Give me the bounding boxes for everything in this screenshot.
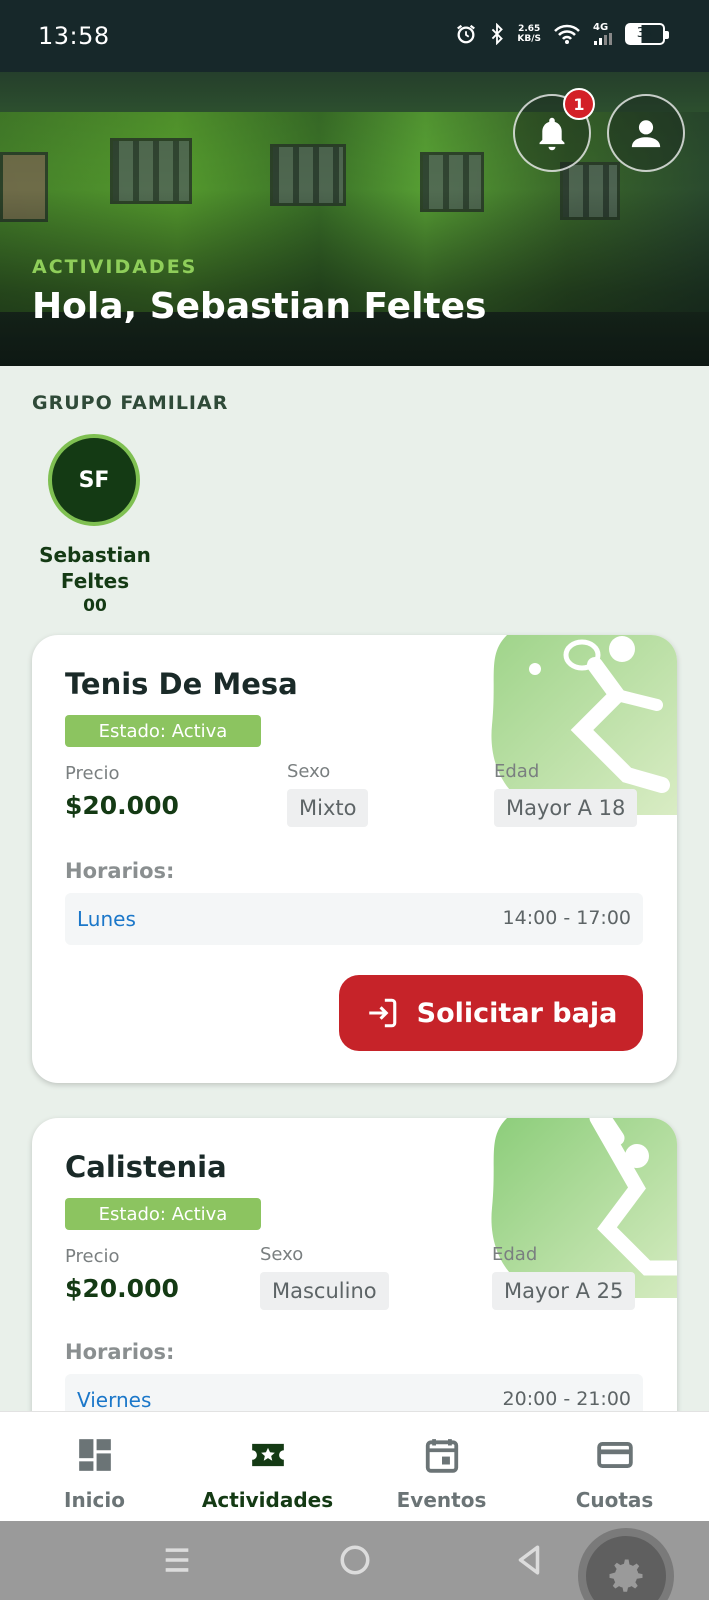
alarm-icon (457, 24, 476, 43)
nav-label: Actividades (201, 1488, 334, 1512)
schedule-title: Horarios: (65, 859, 175, 883)
schedule-row: Lunes 14:00 - 17:00 (65, 893, 643, 945)
recent-apps-icon[interactable] (160, 1543, 194, 1577)
request-cancel-label: Solicitar baja (416, 997, 618, 1029)
activity-title: Tenis De Mesa (65, 667, 298, 701)
nav-label: Inicio (64, 1488, 125, 1512)
schedule-title: Horarios: (65, 1340, 175, 1364)
cell-signal: 4G (593, 22, 613, 45)
nav-label: Cuotas (575, 1488, 654, 1512)
status-badge: Estado: Activa (65, 1198, 261, 1230)
schedule-hours: 20:00 - 21:00 (502, 1388, 631, 1410)
schedule-day: Viernes (77, 1388, 152, 1412)
gear-icon (609, 1559, 643, 1592)
nav-label: Eventos (396, 1488, 487, 1512)
status-time: 13:58 (38, 22, 110, 50)
bluetooth-icon (492, 22, 504, 45)
user-icon (631, 120, 661, 148)
calendar-icon (425, 1439, 459, 1473)
price-value: $20.000 (65, 1274, 179, 1303)
bottom-navigation: Inicio Actividades Eventos Cuotas (0, 1411, 709, 1521)
nav-inicio[interactable]: Inicio (6, 1412, 183, 1522)
net-speed: 2.65 KB/S (517, 23, 541, 44)
member-number: 00 (83, 596, 107, 616)
family-group-title: GRUPO FAMILIAR (32, 392, 229, 414)
signal-icon (594, 33, 612, 45)
sex-chip: Masculino (260, 1272, 389, 1310)
age-label: Edad (494, 761, 540, 782)
wifi-icon (554, 24, 580, 44)
home-icon[interactable] (338, 1543, 372, 1577)
price-label: Precio (65, 1246, 120, 1267)
nav-cuotas[interactable]: Cuotas (526, 1412, 703, 1522)
price-value: $20.000 (65, 791, 179, 820)
credit-card-icon (597, 1442, 633, 1468)
member-avatar[interactable]: SF (48, 434, 140, 526)
battery-icon: 39 (625, 22, 669, 45)
athlete-icon (491, 1118, 677, 1298)
table-tennis-icon (491, 635, 677, 815)
greeting-title: Hola, Sebastian Feltes (32, 286, 487, 327)
nav-actividades[interactable]: Actividades (179, 1412, 356, 1522)
status-icons: 2.65 KB/S 4G 39 (455, 22, 669, 45)
sex-chip: Mixto (287, 789, 369, 827)
age-chip: Mayor A 18 (494, 789, 638, 827)
sex-label: Sexo (287, 761, 331, 782)
bell-icon (539, 117, 565, 151)
status-bar: 13:58 2.65 KB/S 4G 39 (0, 0, 709, 72)
age-label: Edad (492, 1244, 538, 1265)
status-badge: Estado: Activa (65, 715, 261, 747)
schedule-day: Lunes (77, 907, 136, 931)
dashboard-icon (79, 1439, 111, 1471)
section-kicker: ACTIVIDADES (32, 256, 198, 278)
age-chip: Mayor A 25 (492, 1272, 636, 1310)
nav-eventos[interactable]: Eventos (353, 1412, 530, 1522)
request-cancel-button[interactable]: Solicitar baja (339, 975, 643, 1051)
activity-title: Calistenia (65, 1150, 227, 1184)
notification-badge: 1 (563, 88, 595, 120)
back-icon[interactable] (512, 1543, 546, 1577)
sex-label: Sexo (260, 1244, 304, 1265)
schedule-hours: 14:00 - 17:00 (502, 907, 631, 929)
star-ticket-icon (252, 1443, 284, 1467)
price-label: Precio (65, 763, 120, 784)
hero-header: 1 ACTIVIDADES Hola, Sebastian Feltes (0, 72, 709, 366)
activity-card: Tenis De Mesa Estado: Activa Precio $20.… (32, 635, 677, 1083)
profile-button[interactable] (607, 94, 685, 172)
member-name[interactable]: Sebastian Feltes (20, 542, 170, 594)
exit-icon (368, 998, 396, 1028)
